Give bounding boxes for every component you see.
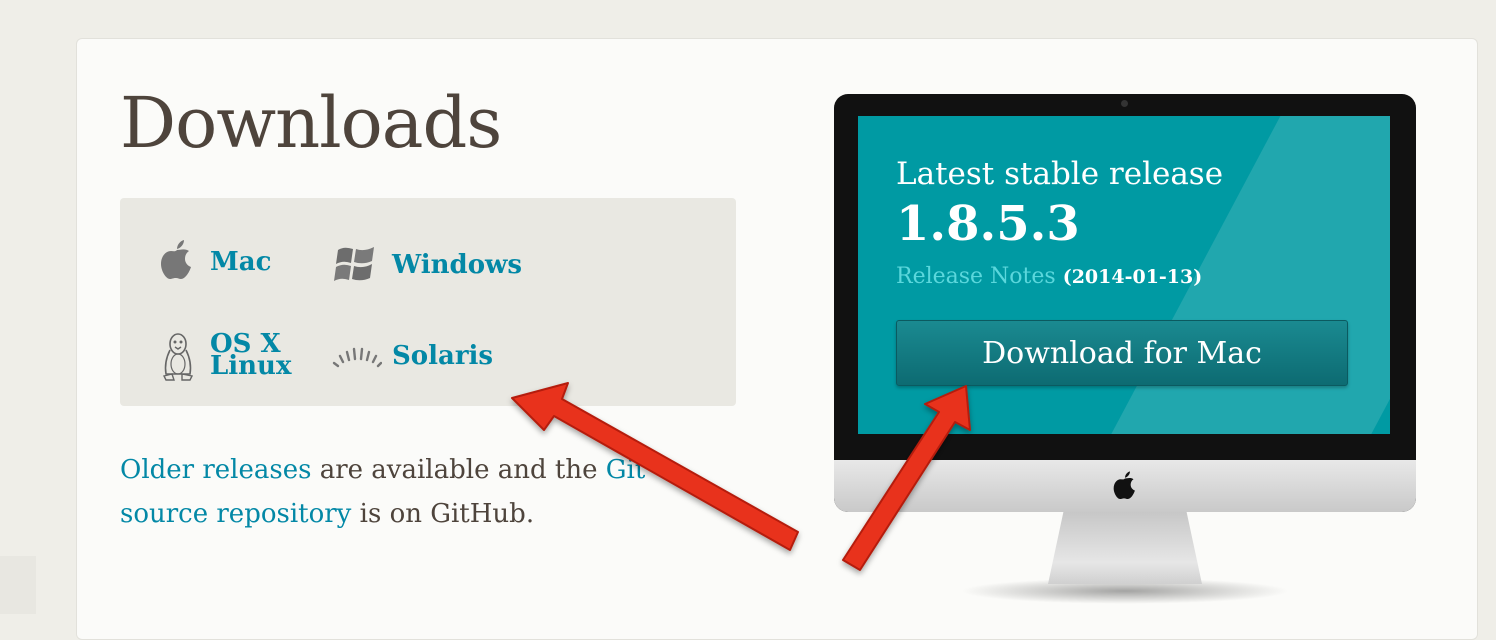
platform-link-linux[interactable]: OS X Linux: [160, 326, 291, 384]
older-releases-link[interactable]: Older releases: [120, 455, 311, 485]
platform-link-windows[interactable]: Windows: [332, 244, 522, 286]
older-text-1: are available and the: [311, 455, 606, 485]
release-date: (2014-01-13): [1062, 266, 1203, 288]
release-notes-line: Release Notes (2014-01-13): [896, 264, 1202, 289]
release-notes-link[interactable]: Release Notes: [896, 264, 1056, 289]
platform-label-group-linux: OS X Linux: [210, 331, 292, 381]
solaris-sun-icon: [332, 340, 383, 372]
older-releases-text: Older releases are available and the Git…: [120, 448, 740, 536]
monitor-stand: [1048, 512, 1202, 584]
platform-label-linux: Linux: [210, 351, 292, 381]
platform-label-mac: Mac: [210, 247, 272, 277]
monitor-chin: [834, 460, 1416, 512]
platform-link-solaris[interactable]: Solaris: [332, 340, 493, 372]
release-heading: Latest stable release: [896, 156, 1224, 192]
platform-link-mac[interactable]: Mac: [158, 238, 271, 286]
platform-label-solaris: Solaris: [392, 341, 494, 371]
tux-penguin-icon: [160, 330, 196, 384]
download-for-mac-button[interactable]: Download for Mac: [896, 320, 1348, 386]
platform-label-windows: Windows: [392, 250, 523, 280]
apple-logo-icon: [1110, 470, 1140, 504]
older-text-2: is on GitHub.: [351, 499, 535, 529]
page-title: Downloads: [120, 82, 502, 164]
release-version: 1.8.5.3: [896, 196, 1080, 252]
sidebar-edge: [0, 556, 36, 614]
apple-icon: [158, 238, 196, 286]
windows-icon: [332, 244, 378, 286]
camera-dot: [1121, 100, 1128, 107]
